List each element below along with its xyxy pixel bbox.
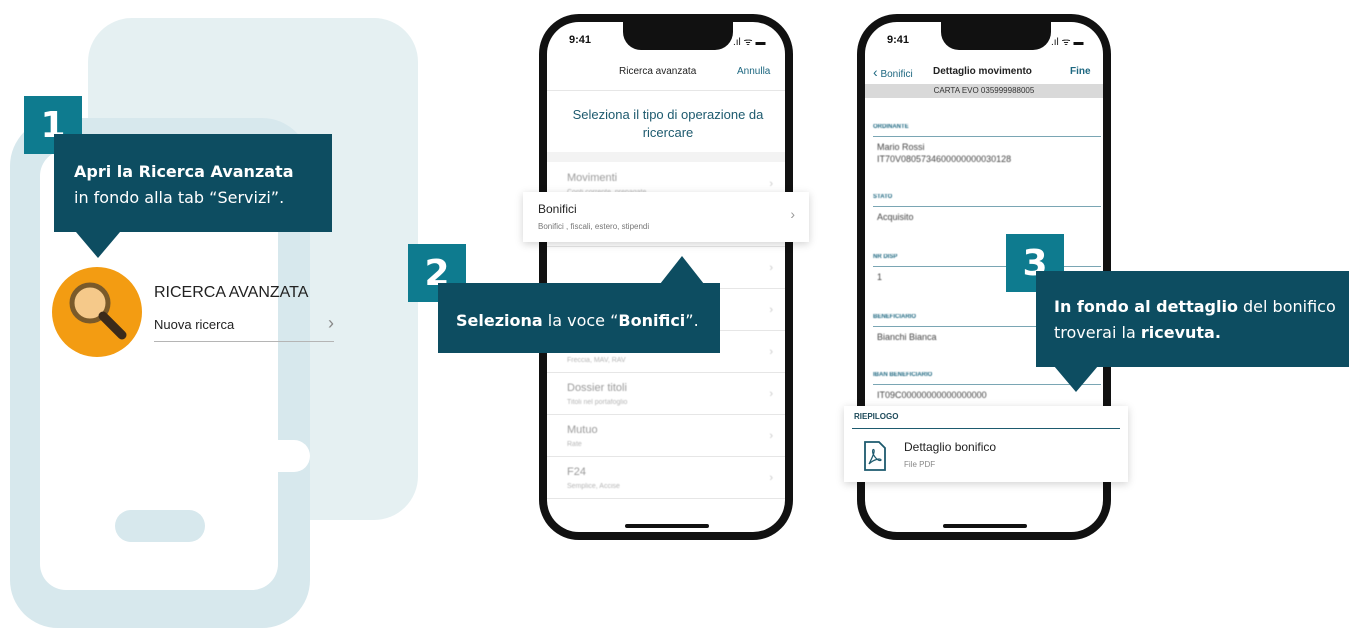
nav-title: Dettaglio movimento [933,66,1032,77]
list-item-title: F24 [567,466,586,478]
section-label: NR DISP [873,254,898,260]
magnifier-icon [69,282,127,340]
section-value: 1 [877,272,883,282]
list-item-subtitle: Rate [567,441,582,448]
separator [547,152,785,162]
status-icons: .ıl ᯤ ▬ [733,37,766,48]
section-value: Bianchi Bianca [877,332,937,342]
section-label: IBAN BENEFICIARIO [873,372,933,378]
step-2-callout-text: Seleziona la voce “Bonifici”. [456,311,699,330]
home-indicator [625,524,709,528]
chevron-right-icon: › [769,304,773,316]
phone-notch [623,22,733,50]
screen-heading: Seleziona il tipo di operazione da ricer… [572,107,764,140]
section-value: Mario Rossi [877,142,925,152]
step-1-callout-bold: Apri la Ricerca Avanzata [74,162,294,181]
section-value-secondary: IT70V0805734600000000030128 [877,154,1012,164]
chevron-right-icon: › [769,346,773,358]
step-3-callout-line1: In fondo al dettaglio del bonifico [1054,297,1336,316]
annulla-button[interactable]: Annulla [737,66,770,77]
section-label: STATO [873,194,893,200]
section-divider [873,136,1101,137]
decorative-pill [115,510,205,542]
nav-bar: Ricerca avanzata Annulla [547,56,785,91]
phone-notch [941,22,1051,50]
section-value: IT09C00000000000000000 [877,390,987,400]
section-divider [873,266,1101,267]
step-3-callout-line2: troverai la ricevuta. [1054,323,1221,342]
step-1-callout: Apri la Ricerca Avanzata in fondo alla t… [54,134,332,232]
file-type-label: File PDF [904,460,936,469]
section-label: BENEFICIARIO [873,314,917,320]
step-3-bold-1: In fondo al dettaglio [1054,297,1238,316]
riepilogo-divider [852,428,1120,429]
bonifici-subtitle: Bonifici , fiscali, estero, stipendi [538,222,650,231]
fine-button[interactable]: Fine [1070,66,1091,77]
step-2-text-1: la voce “ [542,311,619,330]
step-3-pointer [1054,366,1098,392]
step-2-text-2: ”. [685,311,699,330]
riepilogo-card: RIEPILOGO Dettaglio bonifico File PDF [844,406,1128,482]
pdf-file-icon[interactable] [862,440,888,472]
status-icons: .ıl ᯤ ▬ [1051,37,1084,48]
list-item-subtitle: Freccia, MAV, RAV [567,357,626,364]
list-item-title: Mutuo [567,424,598,436]
list-item[interactable]: Mutuo Rate › [547,414,785,457]
list-item[interactable]: F24 Semplice, Accise › [547,456,785,499]
section-value: Acquisito [877,212,914,222]
step-3-text-2: troverai la [1054,323,1141,342]
chevron-right-icon: › [769,430,773,442]
section-label: ORDINANTE [873,124,909,130]
chevron-right-icon: › [328,313,334,333]
chevron-left-icon: ‹ [873,64,878,80]
list-item-title: Movimenti [567,172,618,184]
bonifici-item[interactable]: Bonifici Bonifici , fiscali, estero, sti… [523,192,809,242]
chevron-right-icon: › [790,206,795,222]
step-3-callout: In fondo al dettaglio del bonifico trove… [1036,271,1349,367]
back-button[interactable]: ‹ Bonifici [873,64,913,80]
riepilogo-label: RIEPILOGO [854,412,899,421]
chevron-right-icon: › [769,262,773,274]
nav-title: Ricerca avanzata [619,66,697,77]
dettaglio-bonifico-link[interactable]: Dettaglio bonifico [904,440,996,454]
bonifici-title: Bonifici [538,202,577,216]
ricerca-avanzata-title: RICERCA AVANZATA [154,284,309,301]
list-item[interactable]: Dossier titoli Titoli nel portafoglio › [547,372,785,415]
step-3-text-1: del bonifico [1237,297,1336,316]
list-item-subtitle: Titoli nel portafoglio [567,399,628,406]
section-divider [873,206,1101,207]
list-item-subtitle: Semplice, Accise [567,483,620,490]
chevron-right-icon: › [769,388,773,400]
step-2-bold-seleziona: Seleziona [456,311,543,330]
step-1-callout-text: in fondo alla tab “Servizi”. [74,188,285,207]
list-item-title: Dossier titoli [567,382,627,394]
step-2-callout: Seleziona la voce “Bonifici”. [438,283,720,353]
search-icon-circle[interactable] [52,267,142,357]
decorative-pill [210,440,310,472]
step-1-pointer [76,232,120,258]
step-3-bold-2: ricevuta. [1140,323,1221,342]
card-bar: CARTA EVO 035999988005 [865,84,1103,98]
chevron-right-icon: › [769,178,773,190]
back-label: Bonifici [880,69,913,80]
step-2-bold-bonifici: Bonifici [618,311,686,330]
status-time: 9:41 [569,34,592,46]
nuova-ricerca-link[interactable]: Nuova ricerca › [154,313,334,342]
status-time: 9:41 [887,34,910,46]
nuova-ricerca-label: Nuova ricerca [154,317,235,332]
home-indicator [943,524,1027,528]
step-2-pointer [660,256,704,284]
chevron-right-icon: › [769,472,773,484]
